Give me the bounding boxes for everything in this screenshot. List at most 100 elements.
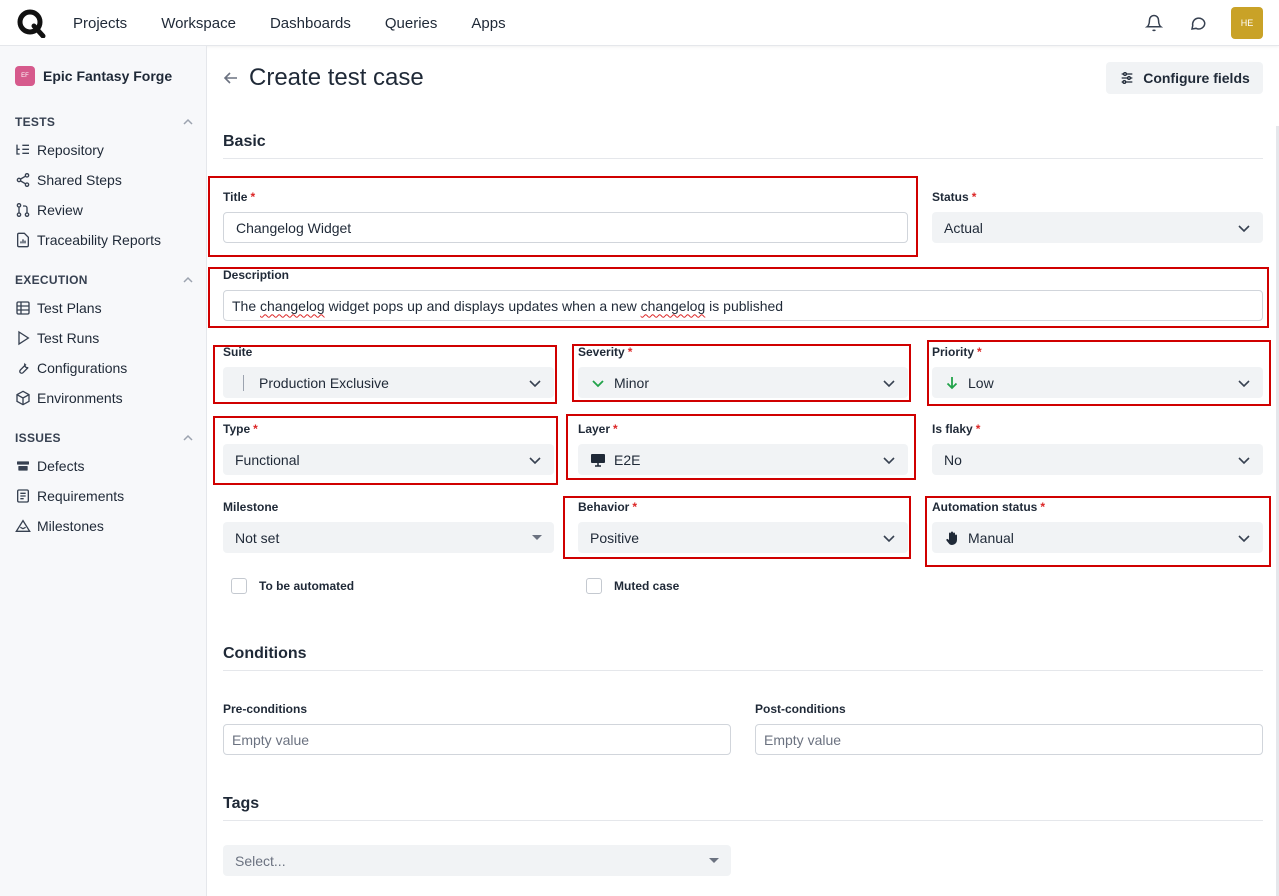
status-select[interactable]: Actual <box>932 212 1263 243</box>
caret-down-icon <box>709 858 719 863</box>
chevron-down-icon <box>1238 380 1250 388</box>
page-title: Create test case <box>249 64 424 91</box>
tags-placeholder: Select... <box>235 852 286 869</box>
required-mark: * <box>971 190 977 204</box>
required-mark: * <box>632 500 638 514</box>
title-input[interactable]: Changelog Widget <box>223 212 908 243</box>
chevron-up-icon[interactable] <box>183 433 193 443</box>
sidebar-item-environments[interactable]: Environments <box>15 383 193 413</box>
automation-status-field: Automation status * Manual <box>932 500 1263 553</box>
sidebar-item-repository[interactable]: Repository <box>15 135 193 165</box>
wrench-icon <box>19 362 29 374</box>
layer-value: E2E <box>614 451 641 468</box>
muted-case-label: Muted case <box>614 579 680 593</box>
share-icon <box>16 173 30 187</box>
chevron-down-icon <box>1238 225 1250 233</box>
description-label: Description <box>223 268 290 282</box>
sidebar-item-label: Test Plans <box>37 300 102 316</box>
sidebar-item-test-runs[interactable]: Test Runs <box>15 323 193 353</box>
main-content: Create test case Configure fields Basic … <box>207 46 1279 896</box>
severity-select[interactable]: Minor <box>578 367 908 398</box>
chevron-down-green-icon <box>590 375 606 391</box>
is-flaky-value: No <box>944 451 962 468</box>
bell-icon[interactable] <box>1143 12 1165 34</box>
tags-select[interactable]: Select... <box>223 845 731 876</box>
hand-icon <box>944 530 960 546</box>
post-conditions-field: Post-conditions Empty value <box>755 702 1263 755</box>
priority-select[interactable]: Low <box>932 367 1263 398</box>
milestone-label: Milestone <box>223 500 279 514</box>
layer-label: Layer <box>578 422 611 436</box>
sidebar-section-issues: ISSUES Defects Requirements Milestones <box>15 430 193 541</box>
pre-conditions-label: Pre-conditions <box>223 702 308 716</box>
sidebar-section-tests: TESTS Repository Shared Steps Review Tra… <box>15 114 193 255</box>
is-flaky-label: Is flaky <box>932 422 973 436</box>
required-mark: * <box>253 422 258 436</box>
sidebar-item-label: Review <box>37 202 83 218</box>
type-label: Type <box>223 422 251 436</box>
layer-select[interactable]: E2E <box>578 444 908 475</box>
configure-fields-label: Configure fields <box>1143 70 1250 86</box>
to-be-automated-label: To be automated <box>259 579 355 593</box>
nav-workspace[interactable]: Workspace <box>161 15 236 32</box>
section-title-basic: Basic <box>223 133 266 150</box>
nav-projects[interactable]: Projects <box>73 15 127 32</box>
sidebar-item-milestones[interactable]: Milestones <box>15 511 193 541</box>
chevron-down-icon <box>1238 535 1250 543</box>
sidebar-item-traceability-reports[interactable]: Traceability Reports <box>15 225 193 255</box>
sidebar-item-label: Test Runs <box>37 330 100 346</box>
behavior-value: Positive <box>590 529 640 546</box>
chevron-up-icon[interactable] <box>183 275 193 285</box>
sidebar-item-label: Configurations <box>37 360 128 376</box>
sidebar-item-requirements[interactable]: Requirements <box>15 481 193 511</box>
automation-status-label: Automation status <box>932 500 1038 514</box>
cube-icon <box>16 390 30 406</box>
arrow-left-icon[interactable] <box>223 70 239 86</box>
sidebar-item-test-plans[interactable]: Test Plans <box>15 293 193 323</box>
monitor-icon <box>590 452 606 468</box>
required-mark: * <box>627 345 633 359</box>
status-field: Status * Actual <box>932 190 1263 243</box>
automation-status-value: Manual <box>968 529 1014 546</box>
chevron-up-icon[interactable] <box>183 117 193 127</box>
priority-field: Priority * Low <box>932 345 1263 398</box>
configure-fields-button[interactable]: Configure fields <box>1106 62 1263 94</box>
severity-field: Severity * Minor <box>578 345 908 398</box>
checkbox-box[interactable] <box>586 578 602 594</box>
nav-apps[interactable]: Apps <box>471 15 505 32</box>
divider <box>223 820 1263 821</box>
is-flaky-select[interactable]: No <box>932 444 1263 475</box>
description-text-1: The <box>232 297 261 314</box>
behavior-select[interactable]: Positive <box>578 522 908 553</box>
sidebar-item-label: Traceability Reports <box>37 232 161 248</box>
user-avatar[interactable]: HE <box>1231 7 1263 39</box>
project-switcher[interactable]: EF Epic Fantasy Forge <box>15 66 172 86</box>
sidebar-item-configurations[interactable]: Configurations <box>15 353 193 383</box>
sidebar-item-review[interactable]: Review <box>15 195 193 225</box>
chevron-down-icon <box>529 457 541 465</box>
description-misspelled-word: changelog <box>640 297 706 314</box>
nav-queries[interactable]: Queries <box>385 15 438 32</box>
arrow-down-green-icon <box>944 375 960 391</box>
post-conditions-input[interactable]: Empty value <box>755 724 1263 755</box>
automation-status-select[interactable]: Manual <box>932 522 1263 553</box>
type-select[interactable]: Functional <box>223 444 554 475</box>
sidebar-item-label: Environments <box>37 390 123 406</box>
chat-icon[interactable] <box>1187 12 1209 34</box>
sidebar-item-shared-steps[interactable]: Shared Steps <box>15 165 193 195</box>
chevron-down-icon <box>529 380 541 388</box>
suite-indent-icon <box>235 374 251 391</box>
milestone-select[interactable]: Not set <box>223 522 554 553</box>
nav-dashboards[interactable]: Dashboards <box>270 15 351 32</box>
suite-select[interactable]: Production Exclusive <box>223 367 554 398</box>
sidebar-item-defects[interactable]: Defects <box>15 451 193 481</box>
qase-logo-icon[interactable] <box>16 8 46 38</box>
to-be-automated-checkbox[interactable]: To be automated <box>231 578 354 594</box>
checkbox-box[interactable] <box>231 578 247 594</box>
description-input[interactable]: The changelog widget pops up and display… <box>223 290 1263 321</box>
description-field: Description The changelog widget pops up… <box>223 268 1263 321</box>
muted-case-checkbox[interactable]: Muted case <box>586 578 679 594</box>
git-pull-request-icon <box>16 203 30 217</box>
pre-conditions-input[interactable]: Empty value <box>223 724 731 755</box>
suite-field: Suite Production Exclusive <box>223 345 554 398</box>
